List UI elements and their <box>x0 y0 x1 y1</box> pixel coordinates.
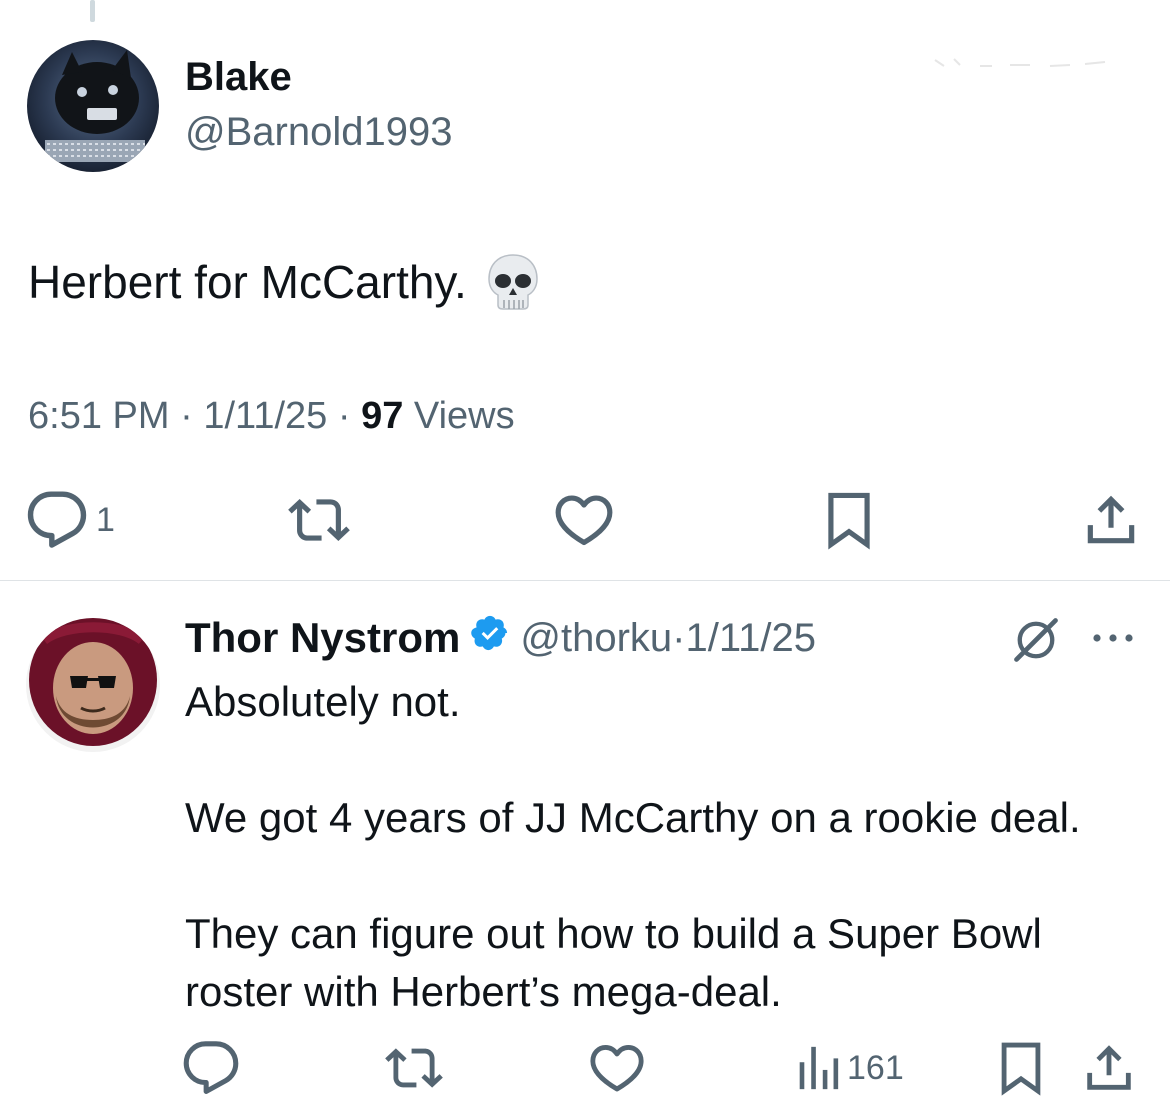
reply-icon <box>183 1041 239 1094</box>
views-icon <box>799 1046 839 1090</box>
reply-share-button[interactable] <box>1080 1036 1138 1100</box>
verified-badge-icon <box>470 613 510 663</box>
reply-author-handle[interactable]: @thorku <box>520 616 672 661</box>
like-icon <box>590 1045 644 1092</box>
share-icon <box>1087 495 1135 544</box>
reply-retweet-button[interactable] <box>384 1036 444 1100</box>
reply-paragraph: They can figure out how to build a Super… <box>185 910 1042 1015</box>
reply-date[interactable]: 1/11/25 <box>685 616 816 661</box>
divider <box>0 580 1170 581</box>
tweet-time[interactable]: 6:51 PM <box>28 395 170 437</box>
views-label: Views <box>413 395 515 437</box>
reply-header: Thor Nystrom @thorku · 1/11/25 <box>185 612 816 664</box>
avatar[interactable] <box>27 40 159 172</box>
reply-paragraph: Absolutely not. <box>185 678 461 725</box>
reply-author-name[interactable]: Thor Nystrom <box>185 614 460 662</box>
reply-avatar[interactable] <box>26 618 160 752</box>
skull-emoji <box>485 252 541 312</box>
more-button[interactable] <box>1088 620 1138 661</box>
views-count: 97 <box>361 395 404 437</box>
meta-separator: · <box>672 615 686 660</box>
reply-icon <box>27 491 87 548</box>
author-handle[interactable]: @Barnold1993 <box>185 110 452 155</box>
retweet-button[interactable] <box>286 488 352 552</box>
author-name[interactable]: Blake <box>185 55 292 100</box>
like-button[interactable] <box>553 488 615 552</box>
reply-count: 1 <box>96 500 115 539</box>
reply-text: Absolutely not. We got 4 years of JJ McC… <box>185 673 1145 1021</box>
views-count: 161 <box>847 1048 904 1087</box>
tweet-meta: 6:51 PM · 1/11/25 · 97 Views <box>28 395 515 438</box>
bookmark-icon <box>1001 1042 1041 1096</box>
grok-icon <box>1014 618 1058 662</box>
meta-separator: · <box>337 395 351 437</box>
more-icon <box>1093 634 1133 642</box>
faint-watermark <box>934 58 1106 67</box>
bookmark-button[interactable] <box>818 488 880 552</box>
tweet-text: Herbert for McCarthy. <box>28 256 467 308</box>
tweet-text-row: Herbert for McCarthy. <box>28 252 541 312</box>
grok-button[interactable] <box>1010 614 1062 671</box>
reply-reply-button[interactable] <box>182 1036 240 1100</box>
bookmark-icon <box>828 492 870 550</box>
reply-bookmark-button[interactable] <box>992 1036 1050 1100</box>
reply-button[interactable]: 1 <box>26 488 115 552</box>
reply-views-button[interactable]: 161 <box>795 1036 904 1100</box>
share-button[interactable] <box>1080 488 1142 552</box>
thread-connector-line <box>90 0 95 22</box>
retweet-icon <box>385 1048 443 1088</box>
like-icon <box>555 495 613 546</box>
tweet-date[interactable]: 1/11/25 <box>203 395 327 437</box>
share-icon <box>1087 1045 1131 1090</box>
reply-like-button[interactable] <box>588 1036 646 1100</box>
reply-paragraph: We got 4 years of JJ McCarthy on a rooki… <box>185 794 1081 841</box>
meta-separator: · <box>180 395 193 437</box>
retweet-icon <box>288 499 350 541</box>
